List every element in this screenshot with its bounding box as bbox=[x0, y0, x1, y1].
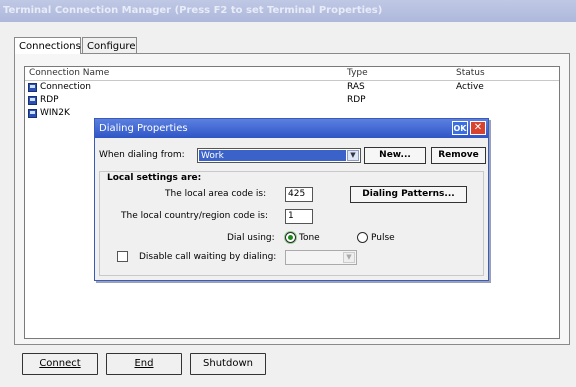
list-header: Connection Name Type Status bbox=[25, 67, 559, 81]
call-waiting-code-dropdown[interactable]: ▼ bbox=[285, 250, 357, 265]
shutdown-button[interactable]: Shutdown bbox=[190, 353, 266, 375]
pulse-label: Pulse bbox=[371, 233, 395, 243]
dial-using-label: Dial using: bbox=[227, 233, 275, 243]
window-title-bar: Terminal Connection Manager (Press F2 to… bbox=[0, 0, 576, 22]
tab-configure[interactable]: Configure bbox=[82, 37, 137, 54]
country-code-label: The local country/region code is: bbox=[121, 211, 268, 221]
tab-configure-label: Configure bbox=[87, 41, 136, 52]
list-item[interactable]: RDP RDP bbox=[25, 95, 559, 107]
area-code-input[interactable]: 425 bbox=[285, 187, 313, 202]
connection-status: Active bbox=[456, 82, 484, 92]
connect-button[interactable]: Connect bbox=[22, 353, 98, 375]
chevron-down-icon: ▼ bbox=[343, 252, 355, 263]
pulse-radio[interactable] bbox=[357, 232, 368, 243]
connection-name: Connection bbox=[40, 82, 91, 92]
tone-radio[interactable] bbox=[285, 232, 296, 243]
tab-connections-label: Connections bbox=[19, 41, 81, 52]
close-icon: ✕ bbox=[473, 122, 483, 133]
remove-location-button[interactable]: Remove bbox=[431, 147, 486, 164]
ok-button[interactable]: OK bbox=[452, 121, 468, 135]
disable-call-waiting-checkbox[interactable] bbox=[117, 251, 128, 262]
end-button-label: End bbox=[134, 358, 154, 369]
connection-icon bbox=[28, 96, 37, 105]
country-code-input[interactable]: 1 bbox=[285, 209, 313, 224]
connection-icon bbox=[28, 83, 37, 92]
dialing-patterns-button[interactable]: Dialing Patterns... bbox=[350, 186, 467, 203]
tab-connections[interactable]: Connections bbox=[14, 37, 81, 54]
shutdown-button-label: Shutdown bbox=[203, 358, 253, 369]
dialog-title: Dialing Properties bbox=[99, 123, 188, 134]
dialing-location-dropdown[interactable]: Work ▼ bbox=[197, 148, 361, 163]
column-header-type[interactable]: Type bbox=[347, 68, 368, 78]
window-title: Terminal Connection Manager (Press F2 to… bbox=[3, 5, 383, 16]
dialing-patterns-label: Dialing Patterns... bbox=[362, 189, 455, 199]
call-waiting-code-value bbox=[287, 252, 342, 263]
disable-call-waiting-label: Disable call waiting by dialing: bbox=[139, 252, 277, 262]
country-code-value: 1 bbox=[288, 211, 294, 221]
connect-button-label: Connect bbox=[39, 358, 81, 369]
connection-type: RAS bbox=[347, 82, 365, 92]
area-code-label: The local area code is: bbox=[165, 189, 267, 199]
when-dialing-from-label: When dialing from: bbox=[99, 150, 185, 160]
column-header-status[interactable]: Status bbox=[456, 68, 485, 78]
connection-type: RDP bbox=[347, 95, 366, 105]
connection-icon bbox=[28, 109, 37, 118]
ok-button-label: OK bbox=[453, 124, 467, 133]
local-settings-label: Local settings are: bbox=[107, 173, 202, 183]
close-button[interactable]: ✕ bbox=[470, 121, 486, 135]
column-header-connection-name[interactable]: Connection Name bbox=[29, 68, 109, 78]
new-button-label: New... bbox=[379, 150, 411, 160]
remove-button-label: Remove bbox=[438, 150, 479, 160]
list-item[interactable]: Connection RAS Active bbox=[25, 82, 559, 94]
connection-name: RDP bbox=[40, 95, 59, 105]
new-location-button[interactable]: New... bbox=[364, 147, 426, 164]
dialing-properties-dialog: Dialing Properties OK ✕ When dialing fro… bbox=[94, 118, 489, 281]
dialog-title-bar: Dialing Properties bbox=[95, 119, 488, 138]
tone-label: Tone bbox=[299, 233, 320, 243]
chevron-down-icon: ▼ bbox=[347, 150, 359, 161]
connection-name: WIN2K bbox=[40, 108, 70, 118]
dialing-location-value: Work bbox=[199, 150, 346, 161]
end-button[interactable]: End bbox=[106, 353, 182, 375]
area-code-value: 425 bbox=[288, 189, 306, 199]
